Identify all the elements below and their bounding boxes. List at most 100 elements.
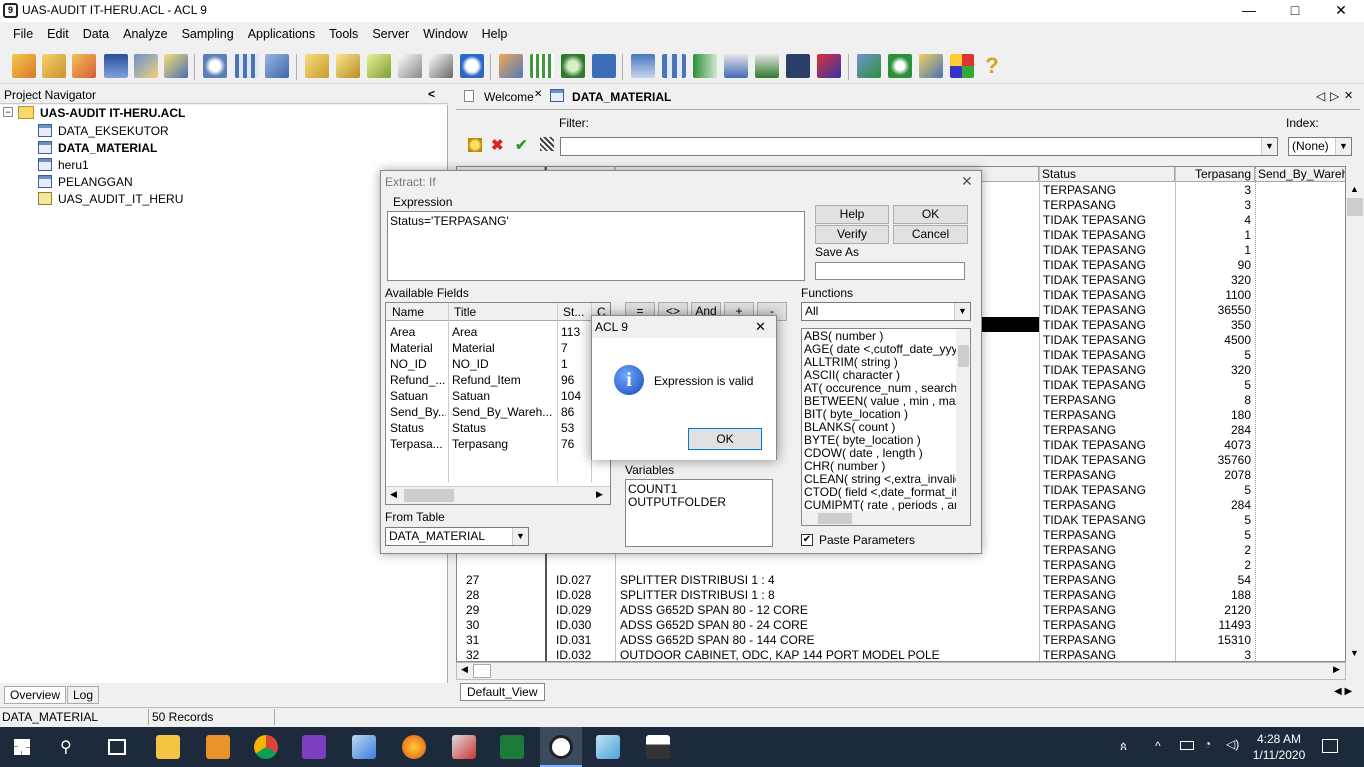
cell-terpasang[interactable]: 3 (1176, 183, 1254, 198)
field-header-name[interactable]: Name (392, 304, 424, 320)
tab-next-icon[interactable]: ▷ (1330, 89, 1339, 103)
cell-status[interactable]: TERPASANG (1040, 588, 1174, 603)
help-button[interactable]: Help (815, 205, 889, 224)
report-icon[interactable] (919, 54, 943, 78)
tab-overview[interactable]: Overview (4, 686, 67, 704)
cell-no-id[interactable]: ID.031 (553, 633, 613, 648)
file-explorer-icon[interactable] (156, 735, 180, 759)
menu-edit[interactable]: Edit (40, 24, 76, 44)
menu-server[interactable]: Server (365, 24, 416, 44)
view-nav-arrows-icon[interactable]: ◀ ▶ (1334, 686, 1352, 697)
cell-status[interactable]: TERPASANG (1040, 528, 1174, 543)
scroll-thumb[interactable] (404, 489, 454, 502)
apply-filter-icon[interactable]: ✔ (515, 136, 528, 154)
open-table-icon[interactable] (42, 54, 66, 78)
cell-status[interactable]: TERPASANG (1040, 198, 1174, 213)
save-as-input[interactable] (815, 262, 965, 280)
field-name[interactable]: Satuan (390, 388, 446, 404)
field-title[interactable]: Status (452, 420, 556, 436)
sublime-icon[interactable] (206, 735, 230, 759)
cell-status[interactable]: TERPASANG (1040, 603, 1174, 618)
filter-history-icon[interactable] (540, 137, 554, 151)
table-layout-icon[interactable] (235, 54, 259, 78)
function-item[interactable]: BLANKS( count ) (804, 421, 956, 434)
field-name[interactable]: NO_ID (390, 356, 446, 372)
cell-status[interactable]: TIDAK TEPASANG (1040, 303, 1174, 318)
tab-log[interactable]: Log (67, 686, 100, 704)
tab-close-icon[interactable]: ✕ (1344, 89, 1353, 102)
function-item[interactable]: ABS( number ) (804, 330, 956, 343)
edit-filter-icon[interactable] (468, 138, 482, 152)
menu-help[interactable]: Help (475, 24, 515, 44)
cell-terpasang[interactable]: 35760 (1176, 453, 1254, 468)
copy-icon[interactable] (305, 54, 329, 78)
find-icon[interactable] (164, 54, 188, 78)
field-title[interactable]: Send_By_Wareh... (452, 404, 556, 420)
cell-terpasang[interactable]: 2078 (1176, 468, 1254, 483)
cell-no-id[interactable]: ID.028 (553, 588, 613, 603)
cell-status[interactable]: TERPASANG (1040, 468, 1174, 483)
cell-no-id[interactable]: ID.029 (553, 603, 613, 618)
column-header-send-by[interactable]: Send_By_Wareh (1255, 167, 1345, 182)
tree-item-uas-audit[interactable]: UAS_AUDIT_IT_HERU (38, 191, 183, 207)
field-title[interactable]: Terpasang (452, 436, 556, 452)
field-name[interactable]: Status (390, 420, 446, 436)
cancel-button[interactable]: Cancel (893, 225, 968, 244)
close-window-button[interactable]: ✕ (1318, 0, 1364, 22)
tree-item-pelanggan[interactable]: PELANGGAN (38, 174, 133, 190)
menu-sampling[interactable]: Sampling (175, 24, 241, 44)
paint-icon[interactable] (452, 735, 476, 759)
function-item[interactable]: CTOD( field <,date_format_if_nc (804, 486, 956, 499)
cell-status[interactable]: TERPASANG (1040, 183, 1174, 198)
from-table-select[interactable]: DATA_MATERIAL ▼ (385, 527, 529, 546)
functions-hscroll[interactable] (802, 511, 970, 525)
tab-data-material[interactable]: DATA_MATERIAL (572, 90, 671, 104)
field-start[interactable]: 86 (561, 404, 574, 420)
tab-welcome-close-icon[interactable]: ✕ (534, 89, 542, 100)
cell-material[interactable]: ADSS G652D SPAN 80 - 12 CORE (617, 603, 1037, 618)
cell-status[interactable]: TIDAK TEPASANG (1040, 243, 1174, 258)
cell-status[interactable]: TIDAK TEPASANG (1040, 288, 1174, 303)
cell-terpasang[interactable]: 4073 (1176, 438, 1254, 453)
minimize-button[interactable]: — (1226, 0, 1272, 22)
edit-icon[interactable] (336, 54, 360, 78)
menu-applications[interactable]: Applications (241, 24, 322, 44)
cell-status[interactable]: TERPASANG (1040, 558, 1174, 573)
clock-date[interactable]: 1/11/2020 (1250, 748, 1308, 762)
cell-terpasang[interactable]: 1 (1176, 243, 1254, 258)
people-icon[interactable]: ጰ (1120, 739, 1127, 754)
menu-analyze[interactable]: Analyze (116, 24, 174, 44)
columns-icon[interactable] (662, 54, 686, 78)
open-project-icon[interactable] (12, 54, 36, 78)
total-icon[interactable] (561, 54, 585, 78)
selected-cell[interactable] (977, 317, 1039, 332)
cell-status[interactable]: TIDAK TEPASANG (1040, 213, 1174, 228)
tree-item-data-eksekutor[interactable]: DATA_EKSEKUTOR (38, 123, 169, 139)
cell-terpasang[interactable]: 4500 (1176, 333, 1254, 348)
cell-terpasang[interactable]: 11493 (1176, 618, 1254, 633)
menu-file[interactable]: File (6, 24, 40, 44)
field-title[interactable]: Material (452, 340, 556, 356)
scroll-right-icon[interactable]: ▶ (596, 489, 603, 500)
cell-terpasang[interactable]: 8 (1176, 393, 1254, 408)
field-name[interactable]: Material (390, 340, 446, 356)
print-icon[interactable] (134, 54, 158, 78)
cell-terpasang[interactable]: 1100 (1176, 288, 1254, 303)
tab-prev-icon[interactable]: ◁ (1316, 89, 1325, 103)
cell-terpasang[interactable]: 5 (1176, 348, 1254, 363)
photos-icon[interactable] (646, 735, 670, 759)
message-box-close-icon[interactable]: ✕ (755, 319, 766, 335)
cell-terpasang[interactable]: 36550 (1176, 303, 1254, 318)
cell-terpasang[interactable]: 54 (1176, 573, 1254, 588)
structure-icon[interactable] (631, 54, 655, 78)
cell-status[interactable]: TIDAK TEPASANG (1040, 483, 1174, 498)
field-header-start[interactable]: St... (563, 304, 584, 320)
cell-terpasang[interactable]: 2 (1176, 543, 1254, 558)
scroll-thumb[interactable] (1347, 198, 1363, 216)
horizontal-scrollbar[interactable]: ◀ ▶ (456, 662, 1346, 680)
cell-status[interactable]: TERPASANG (1040, 423, 1174, 438)
cell-status[interactable]: TERPASANG (1040, 393, 1174, 408)
maximize-button[interactable]: □ (1272, 0, 1318, 22)
field-title[interactable]: NO_ID (452, 356, 556, 372)
field-name[interactable]: Refund_... (390, 372, 446, 388)
